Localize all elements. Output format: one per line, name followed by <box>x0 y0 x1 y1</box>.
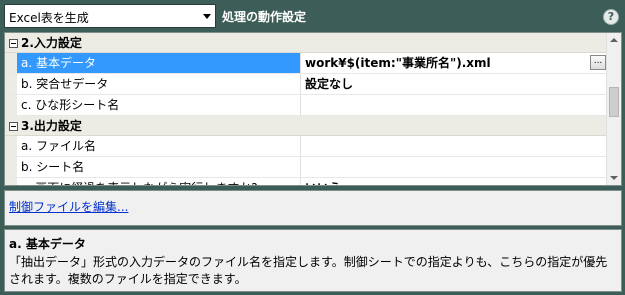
property-name: a. ファイル名 <box>17 136 301 156</box>
property-name: a. 基本データ <box>17 53 301 73</box>
property-row-basic-data[interactable]: a. 基本データ work¥$(item:"事業所名").xml ... <box>5 53 608 74</box>
property-value[interactable]: work¥$(item:"事業所名").xml ... <box>301 53 608 73</box>
property-value[interactable]: いいえ <box>301 178 608 185</box>
description-panel: a. 基本データ 「抽出データ」形式の入力データのファイル名を指定します。制御シ… <box>4 229 622 292</box>
vertical-scrollbar[interactable] <box>606 33 621 185</box>
property-value-text: work¥$(item:"事業所名").xml <box>305 56 491 70</box>
property-grid: 2.入力設定 a. 基本データ work¥$(item:"事業所名").xml … <box>4 32 622 186</box>
property-value[interactable] <box>301 136 608 156</box>
action-select-value: Excel表を生成 <box>9 11 89 25</box>
property-value[interactable]: 設定なし <box>301 74 608 94</box>
property-row-show-progress[interactable]: c. 画面に経過を表示しながら実行しますか? いいえ <box>5 178 608 185</box>
section-title: 処理の動作設定 <box>222 10 307 24</box>
property-name: b. 突合せデータ <box>17 74 301 94</box>
description-title: a. 基本データ <box>9 237 86 251</box>
scroll-thumb[interactable] <box>609 87 619 117</box>
property-row-file-name[interactable]: a. ファイル名 <box>5 136 608 157</box>
description-text: 「抽出データ」形式の入力データのファイル名を指定します。制御シートでの指定よりも… <box>9 255 608 286</box>
property-row-match-data[interactable]: b. 突合せデータ 設定なし <box>5 74 608 95</box>
browse-button[interactable]: ... <box>590 55 606 70</box>
edit-control-file-link[interactable]: 制御ファイルを編集... <box>9 198 128 215</box>
category-row-input[interactable]: 2.入力設定 <box>5 33 608 53</box>
property-name: b. シート名 <box>17 157 301 177</box>
action-select[interactable]: Excel表を生成 <box>4 4 216 28</box>
collapse-icon[interactable] <box>5 36 21 50</box>
category-label: 3.出力設定 <box>21 119 82 133</box>
category-label: 2.入力設定 <box>21 36 82 50</box>
help-icon[interactable]: ? <box>603 9 619 25</box>
property-row-template-sheet[interactable]: c. ひな形シート名 <box>5 95 608 116</box>
collapse-icon[interactable] <box>5 119 21 133</box>
property-value[interactable] <box>301 95 608 115</box>
chevron-down-icon <box>203 14 211 19</box>
scroll-up-icon[interactable] <box>610 38 618 42</box>
property-name: c. 画面に経過を表示しながら実行しますか? <box>17 178 301 185</box>
top-bar: Excel表を生成 処理の動作設定 ? <box>0 0 625 32</box>
property-name: c. ひな形シート名 <box>17 95 301 115</box>
link-panel: 制御ファイルを編集... <box>4 190 622 226</box>
property-row-sheet-name[interactable]: b. シート名 <box>5 157 608 178</box>
property-rows: 2.入力設定 a. 基本データ work¥$(item:"事業所名").xml … <box>5 33 608 185</box>
property-value[interactable] <box>301 157 608 177</box>
scroll-down-icon[interactable] <box>610 176 618 180</box>
category-row-output[interactable]: 3.出力設定 <box>5 116 608 136</box>
